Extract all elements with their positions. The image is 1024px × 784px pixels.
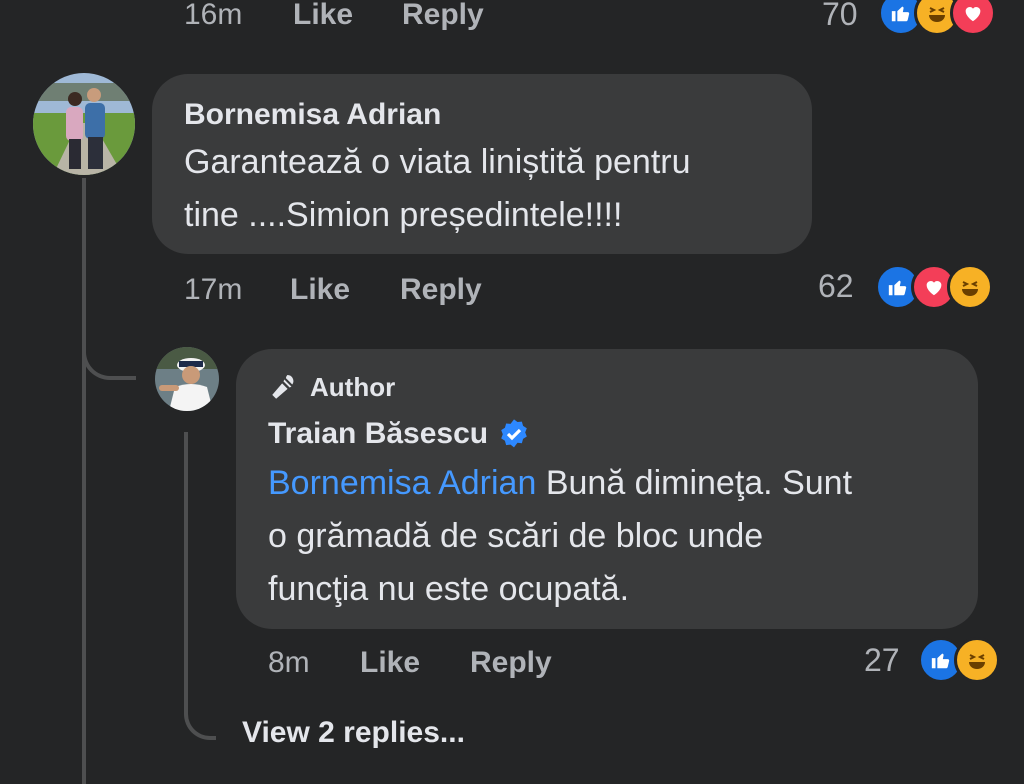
- reply-bubble: Author Traian Băsescu Bornemisa Adrian B…: [236, 349, 978, 629]
- reply-text-line: funcţia nu este ocupată.: [268, 570, 630, 608]
- reply-button[interactable]: Reply: [402, 0, 484, 32]
- avatar[interactable]: [155, 347, 219, 411]
- comment-text-line: Garantează o viata liniștită pentru: [184, 143, 691, 181]
- haha-icon: [947, 264, 993, 310]
- thread-line: [82, 178, 86, 784]
- author-badge: Author: [268, 371, 395, 403]
- like-button[interactable]: Like: [293, 0, 353, 32]
- verified-badge-icon: [498, 418, 530, 450]
- reaction-icons[interactable]: [875, 264, 993, 310]
- comment-text-line: tine ....Simion președintele!!!!: [184, 196, 623, 234]
- microphone-icon: [268, 371, 300, 403]
- mention-link[interactable]: Bornemisa Adrian: [268, 464, 536, 502]
- comment-time: 16m: [184, 0, 243, 31]
- reaction-count[interactable]: 70: [822, 0, 858, 33]
- haha-icon: [954, 637, 1000, 683]
- heart-icon: [950, 0, 996, 36]
- reply-text: Bornemisa Adrian Bună dimineţa. Sunt o g…: [268, 457, 852, 616]
- reply-author[interactable]: Traian Băsescu: [268, 417, 488, 451]
- comment-text: Garantează o viata liniștită pentru tine…: [184, 136, 691, 242]
- comment-bubble: Bornemisa Adrian Garantează o viata lini…: [152, 74, 812, 254]
- reaction-icons[interactable]: [918, 637, 1000, 683]
- view-replies-link[interactable]: View 2 replies...: [242, 716, 465, 750]
- reply-text-line: Bornemisa Adrian Bună dimineţa. Sunt: [268, 457, 852, 510]
- reply-button[interactable]: Reply: [400, 273, 482, 307]
- reaction-icons[interactable]: [878, 0, 996, 36]
- reaction-count[interactable]: 62: [818, 268, 854, 305]
- reply-thread-connector: [184, 688, 216, 740]
- reaction-count[interactable]: 27: [864, 642, 900, 679]
- comment-time: 17m: [184, 273, 243, 306]
- reply-author-row: Traian Băsescu: [268, 417, 530, 451]
- like-button[interactable]: Like: [360, 646, 420, 680]
- reply-text-line: o grămadă de scări de bloc unde: [268, 517, 764, 555]
- avatar[interactable]: [33, 73, 135, 175]
- thread-connector: [82, 330, 136, 380]
- reply-button[interactable]: Reply: [470, 646, 552, 680]
- like-button[interactable]: Like: [290, 273, 350, 307]
- reply-text-segment: Bună dimineţa. Sunt: [536, 464, 853, 502]
- author-badge-label: Author: [310, 371, 396, 402]
- reply-thread-line: [184, 432, 188, 692]
- comment-author[interactable]: Bornemisa Adrian: [184, 98, 441, 132]
- comment-time: 8m: [268, 646, 310, 679]
